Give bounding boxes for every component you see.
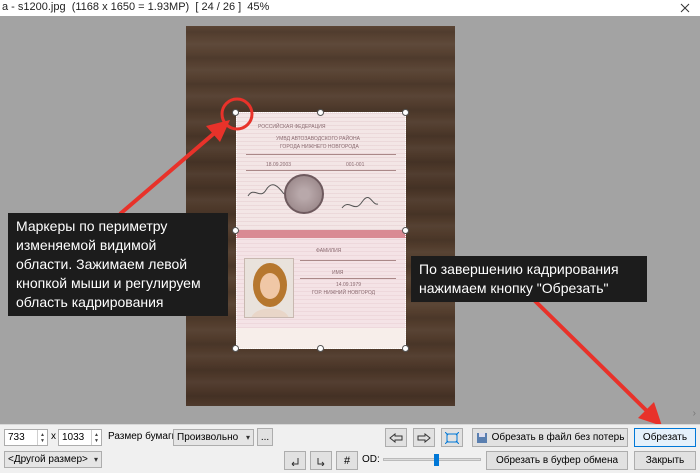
od-label: OD:	[362, 454, 380, 465]
arrow-to-marker	[118, 128, 220, 216]
callout-line: нажимаем кнопку "Обрезать"	[419, 280, 609, 296]
arrow-to-crop-button	[528, 294, 652, 416]
other-size-value: <Другой размер>	[8, 454, 88, 465]
more-button-label: ...	[260, 431, 270, 443]
height-input[interactable]: 1033 ▲ ▼	[58, 429, 102, 446]
paper-size-value: Произвольно	[177, 432, 239, 443]
callout-line: области. Зажимаем левой	[16, 256, 188, 272]
rotate-left-icon	[291, 457, 299, 466]
crop-to-file-button[interactable]: Обрезать в файл без потерь	[472, 428, 628, 447]
callout-line: кнопкой мыши и регулируем	[16, 275, 201, 291]
arrow-right-icon	[417, 432, 431, 443]
rotate-left-button[interactable]	[284, 451, 306, 470]
fit-frame-icon	[445, 431, 459, 444]
callout-line: Маркеры по периметру	[16, 218, 168, 234]
od-slider-track[interactable]	[383, 458, 481, 461]
crop-button[interactable]: Обрезать	[634, 428, 696, 447]
fit-button[interactable]	[441, 428, 463, 447]
height-spinner[interactable]: ▲ ▼	[91, 430, 101, 445]
paper-size-select[interactable]: Произвольно ▾	[173, 429, 254, 446]
paper-size-label: Размер бумаги:	[108, 431, 180, 442]
height-value: 1033	[62, 432, 85, 443]
arrow-left-icon	[389, 432, 403, 443]
next-button[interactable]	[413, 428, 435, 447]
close-button[interactable]: Закрыть	[634, 451, 696, 470]
rotate-right-icon	[317, 457, 325, 466]
chevron-down-icon: ▾	[245, 433, 250, 442]
callout-markers: Маркеры по периметру изменяемой видимой …	[8, 213, 228, 316]
size-times: x	[51, 431, 56, 442]
callout-finish: По завершению кадрирования нажимаем кноп…	[411, 256, 647, 302]
more-button[interactable]: ...	[257, 428, 273, 446]
prev-button[interactable]	[385, 428, 407, 447]
grid-icon: #	[343, 454, 351, 467]
crop-to-clipboard-button[interactable]: Обрезать в буфер обмена	[486, 451, 628, 470]
width-input[interactable]: 733 ▲ ▼	[4, 429, 48, 446]
width-spinner[interactable]: ▲ ▼	[37, 430, 47, 445]
callout-line: По завершению кадрирования	[419, 261, 619, 277]
od-slider-thumb[interactable]	[434, 454, 440, 466]
scroll-right-icon[interactable]: ›	[693, 408, 696, 419]
other-size-select[interactable]: <Другой размер> ▾	[4, 451, 102, 468]
crop-to-clipboard-label: Обрезать в буфер обмена	[495, 455, 619, 466]
chevron-down-icon: ▾	[93, 455, 98, 464]
callout-line: изменяемой видимой	[16, 237, 157, 253]
grid-button[interactable]: #	[336, 451, 358, 470]
callout-line: область кадрирования	[16, 294, 164, 310]
close-button-label: Закрыть	[645, 455, 685, 466]
width-value: 733	[8, 432, 25, 443]
save-icon	[476, 432, 487, 443]
crop-to-file-label: Обрезать в файл без потерь	[491, 432, 625, 443]
rotate-right-button[interactable]	[310, 451, 332, 470]
crop-button-label: Обрезать	[642, 432, 688, 443]
